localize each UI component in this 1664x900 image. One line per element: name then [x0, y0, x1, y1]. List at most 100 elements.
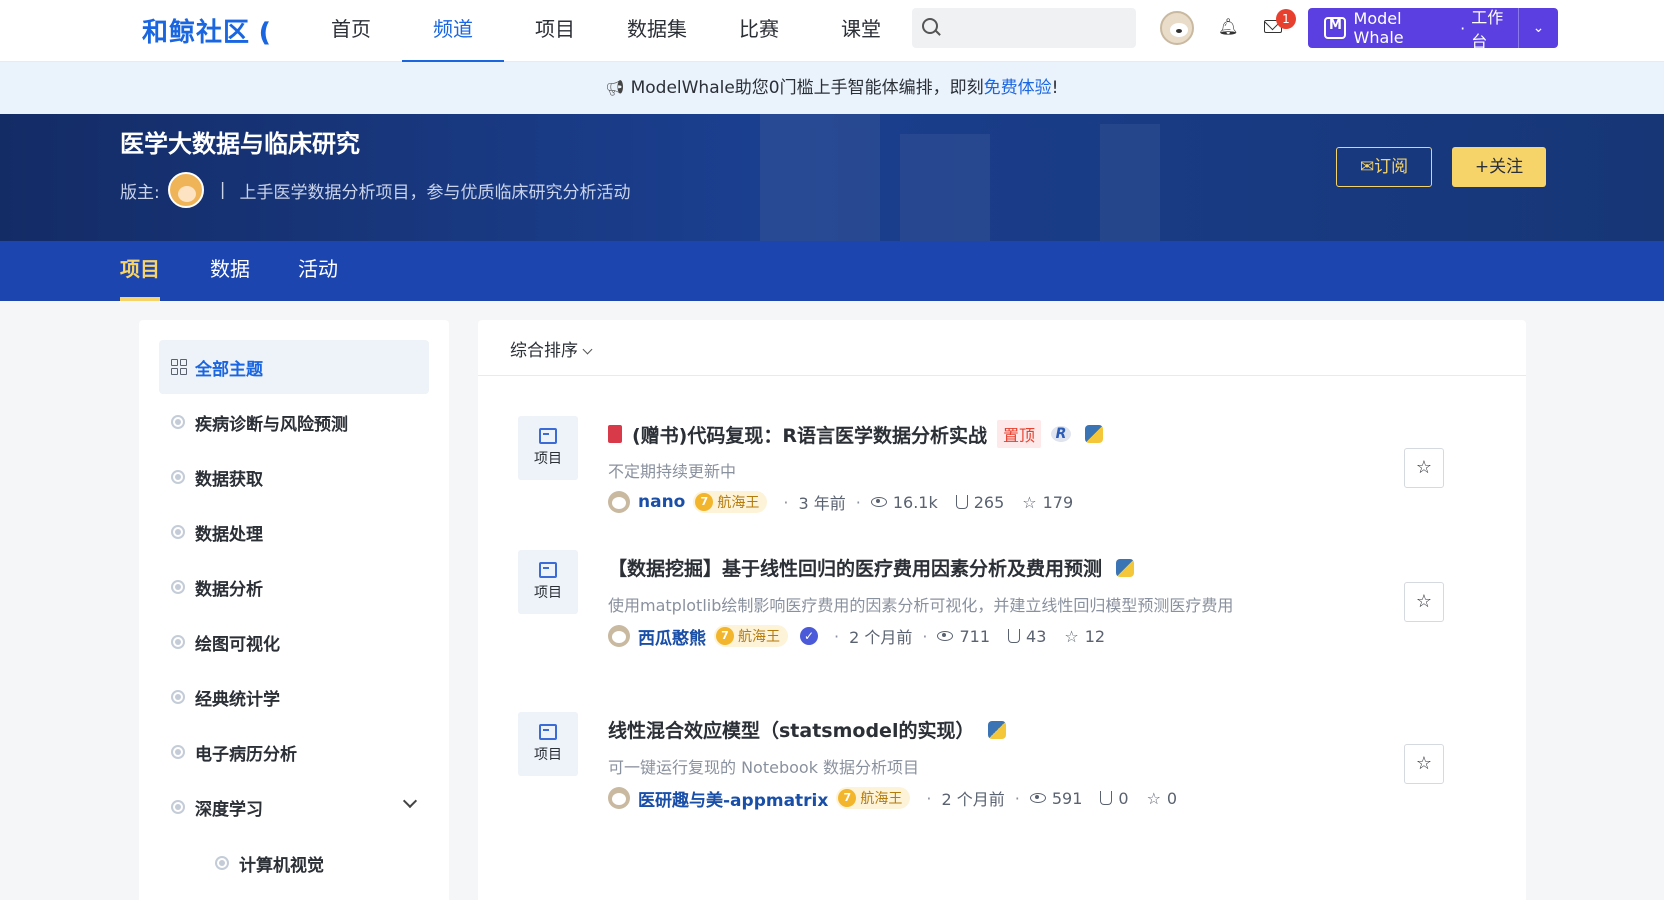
- banner-decoration: [1100, 124, 1160, 241]
- bullet-icon: [171, 525, 185, 539]
- meta-dot: ·: [926, 788, 932, 808]
- project-item[interactable]: 项目 (赠书)代码复现：R语言医学数据分析实战 置顶 R 不定期持续更新中 na…: [478, 416, 1526, 556]
- mail-icon: ✉︎: [1359, 157, 1375, 177]
- project-item[interactable]: 项目 【数据挖掘】基于线性回归的医疗费用因素分析及费用预测 使用matplotl…: [478, 550, 1526, 690]
- sidebar-item-label: 电子病历分析: [195, 744, 297, 765]
- bullet-icon: [171, 415, 185, 429]
- free-trial-link[interactable]: 免费体验: [984, 78, 1052, 98]
- chevron-down-icon[interactable]: [402, 793, 418, 809]
- book-icon: [608, 425, 622, 443]
- modelwhale-logo-icon: [1324, 17, 1346, 39]
- author-name[interactable]: 西瓜憨熊: [638, 624, 706, 649]
- sidebar-item-emr[interactable]: 电子病历分析: [159, 725, 429, 779]
- stars-stat: ☆ 179: [1022, 492, 1074, 512]
- python-icon: [1085, 425, 1104, 443]
- sidebar-item-diagnosis[interactable]: 疾病诊断与风险预测: [159, 395, 429, 449]
- notebook-icon: [539, 428, 557, 444]
- plus-icon: +: [1474, 157, 1490, 177]
- project-time: 2 个月前: [849, 628, 913, 647]
- views-stat: 16.1k: [870, 493, 938, 512]
- chevron-down-icon[interactable]: ⌄: [1518, 8, 1558, 48]
- megaphone-icon: 📢︎: [605, 79, 625, 97]
- channel-title: 医学大数据与临床研究: [120, 130, 360, 158]
- python-icon: [988, 720, 1007, 739]
- workbench-brand: Model Whale: [1353, 9, 1404, 47]
- nav-home[interactable]: 首页: [300, 0, 402, 62]
- logo-mark: ❪: [254, 18, 277, 48]
- bullet-icon: [171, 690, 185, 704]
- workbench-main[interactable]: Model Whale · 工作台: [1308, 4, 1518, 52]
- sidebar-item-data-processing[interactable]: 数据处理: [159, 505, 429, 559]
- sidebar-item-statistics[interactable]: 经典统计学: [159, 670, 429, 724]
- sidebar-item-label: 绘图可视化: [195, 634, 280, 655]
- author-name[interactable]: nano: [638, 492, 685, 512]
- announce-end: !: [1051, 78, 1059, 98]
- channel-subline: 版主: | 上手医学数据分析项目，参与优质临床研究分析活动: [120, 172, 630, 208]
- sidebar-item-data-analysis[interactable]: 数据分析: [159, 560, 429, 614]
- project-meta: 医研趣与美-appmatrix 7 航海王 · 2 个月前 · 591 0 ☆ 0: [608, 784, 1195, 812]
- tab-data[interactable]: 数据: [210, 241, 250, 301]
- sidebar-item-label: 数据处理: [195, 524, 263, 545]
- meta-dot: ·: [834, 626, 840, 646]
- favorite-button[interactable]: ☆: [1404, 448, 1444, 488]
- sort-bar: 综合排序: [478, 320, 1526, 376]
- site-logo[interactable]: 和鲸社区 ❪: [142, 12, 277, 49]
- sidebar-item-data-acquisition[interactable]: 数据获取: [159, 450, 429, 504]
- bell-icon[interactable]: 🔔︎: [1218, 18, 1238, 36]
- stars-stat: ☆ 12: [1064, 626, 1106, 646]
- subscribe-button[interactable]: ✉︎订阅: [1336, 147, 1432, 187]
- sidebar-item-all[interactable]: 全部主题: [159, 340, 429, 394]
- fork-icon: [955, 495, 968, 509]
- announce-text: ModelWhale助您0门槛上手智能体编排，即刻: [630, 78, 984, 98]
- favorite-button[interactable]: ☆: [1404, 582, 1444, 622]
- project-title[interactable]: 线性混合效应模型（statsmodel的实现）: [608, 716, 1007, 743]
- sidebar-item-visualization[interactable]: 绘图可视化: [159, 615, 429, 669]
- workbench-separator: ·: [1460, 18, 1466, 38]
- project-description: 可一键运行复现的 Notebook 数据分析项目: [608, 758, 920, 777]
- star-icon: ☆: [1415, 591, 1433, 612]
- nav-datasets[interactable]: 数据集: [606, 0, 708, 62]
- tab-activities[interactable]: 活动: [298, 241, 338, 301]
- python-icon: [1116, 558, 1135, 577]
- bullet-icon: [215, 856, 229, 870]
- author-avatar[interactable]: [608, 787, 630, 809]
- views-stat: 591: [1029, 789, 1082, 808]
- sidebar-item-label: 数据获取: [195, 469, 263, 490]
- meta-dot: ·: [855, 492, 861, 512]
- fork-icon: [1008, 629, 1021, 643]
- channel-banner: 医学大数据与临床研究 版主: | 上手医学数据分析项目，参与优质临床研究分析活动…: [0, 114, 1664, 241]
- project-item[interactable]: 项目 线性混合效应模型（statsmodel的实现） 可一键运行复现的 Note…: [478, 712, 1526, 852]
- search-icon[interactable]: [922, 18, 938, 34]
- nav-channel[interactable]: 频道: [402, 0, 504, 62]
- sidebar-item-deep-learning[interactable]: 深度学习: [159, 780, 429, 834]
- author-avatar[interactable]: [608, 491, 630, 513]
- bullet-icon: [171, 635, 185, 649]
- project-title[interactable]: 【数据挖掘】基于线性回归的医疗费用因素分析及费用预测: [608, 554, 1135, 581]
- sidebar-item-label: 计算机视觉: [239, 855, 324, 876]
- pinned-badge: 置顶: [997, 420, 1042, 448]
- nav-classroom[interactable]: 课堂: [810, 0, 912, 62]
- follow-button[interactable]: +关注: [1452, 147, 1546, 187]
- author-name[interactable]: 医研趣与美-appmatrix: [638, 786, 828, 811]
- star-icon: ☆: [1146, 788, 1161, 808]
- project-type-badge: 项目: [518, 712, 578, 776]
- user-avatar[interactable]: [1160, 11, 1194, 45]
- favorite-button[interactable]: ☆: [1404, 744, 1444, 784]
- project-meta: 西瓜憨熊 7 航海王 ✓ · 2 个月前 · 711 43 ☆ 12: [608, 622, 1123, 650]
- workbench-button[interactable]: Model Whale · 工作台 ⌄: [1308, 8, 1558, 51]
- project-time: 2 个月前: [941, 790, 1005, 809]
- search-input[interactable]: [912, 8, 1136, 48]
- notebook-icon: [539, 724, 557, 740]
- nav-competitions[interactable]: 比赛: [708, 0, 810, 62]
- project-title[interactable]: (赠书)代码复现：R语言医学数据分析实战 置顶 R: [608, 420, 1104, 448]
- nav-projects[interactable]: 项目: [504, 0, 606, 62]
- channel-description: 上手医学数据分析项目，参与优质临床研究分析活动: [239, 182, 631, 203]
- notebook-icon: [539, 562, 557, 578]
- sidebar-subitem-cv[interactable]: 计算机视觉: [203, 836, 429, 890]
- star-icon: ☆: [1415, 753, 1433, 774]
- mail-count-badge: 1: [1276, 9, 1296, 29]
- sort-dropdown[interactable]: 综合排序: [510, 336, 593, 361]
- author-avatar[interactable]: [608, 625, 630, 647]
- moderator-avatar[interactable]: [167, 172, 204, 208]
- tab-projects[interactable]: 项目: [120, 241, 160, 301]
